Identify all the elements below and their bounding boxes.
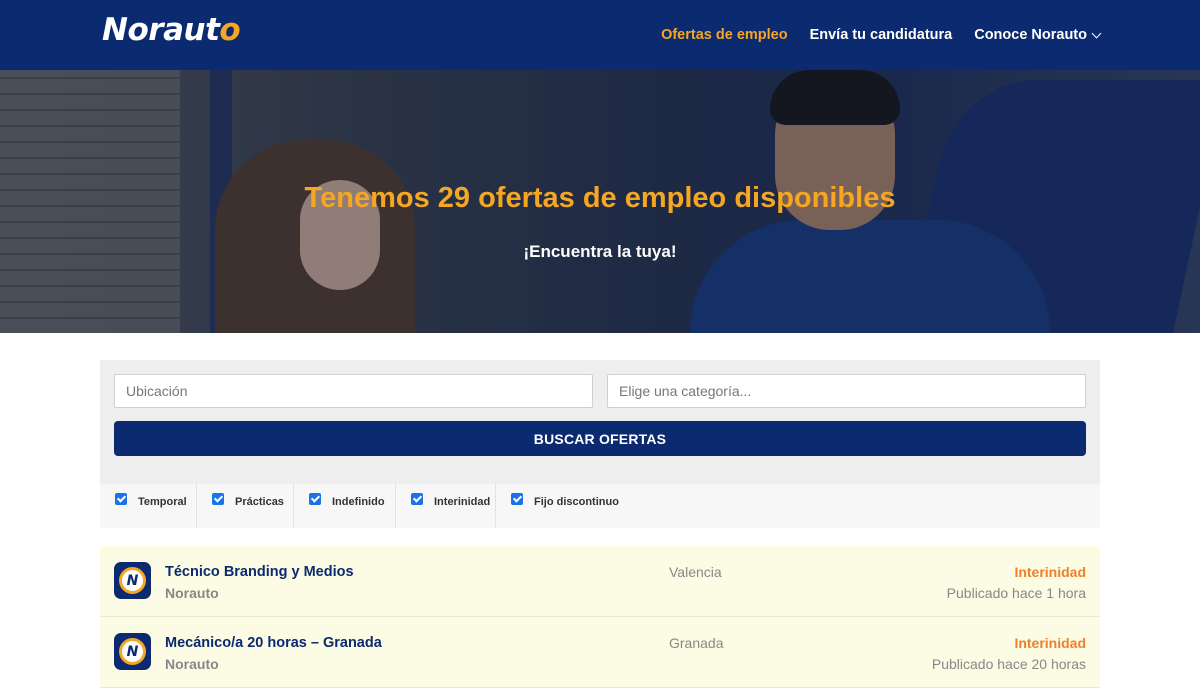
hero-title: Tenemos 29 ofertas de empleo disponibles: [304, 182, 896, 214]
filter-label: Prácticas: [235, 496, 284, 508]
job-location: Granada: [669, 635, 724, 651]
filter-label: Temporal: [138, 496, 187, 508]
filter-interinidad[interactable]: Interinidad: [396, 484, 496, 528]
norauto-badge-ring: N: [119, 567, 146, 594]
filter-temporal[interactable]: Temporal: [100, 484, 197, 528]
job-posted-date: Publicado hace 1 hora: [946, 585, 1086, 601]
norauto-badge-ring: N: [119, 638, 146, 665]
checkbox-fijo-discontinuo[interactable]: [511, 493, 523, 505]
nav-ofertas-de-empleo[interactable]: Ofertas de empleo: [661, 27, 788, 43]
job-company: Norauto: [165, 656, 219, 672]
filter-practicas[interactable]: Prácticas: [197, 484, 294, 528]
job-contract-type: Interinidad: [1014, 635, 1086, 651]
job-list: N Técnico Branding y Medios Norauto Vale…: [100, 546, 1100, 688]
location-input-placeholder: Ubicación: [126, 383, 188, 399]
location-input[interactable]: Ubicación: [114, 374, 593, 408]
category-select[interactable]: Elige una categoría...: [607, 374, 1086, 408]
main-nav: Ofertas de empleo Envía tu candidatura C…: [661, 0, 1102, 70]
job-title[interactable]: Técnico Branding y Medios: [165, 564, 354, 580]
checkbox-indefinido[interactable]: [309, 493, 321, 505]
job-location: Valencia: [669, 564, 722, 580]
norauto-badge-icon: N: [114, 633, 151, 670]
filter-label: Interinidad: [434, 496, 491, 508]
nav-conoce-norauto-label: Conoce Norauto: [974, 27, 1087, 43]
job-company: Norauto: [165, 585, 219, 601]
filter-label: Fijo discontinuo: [534, 496, 619, 508]
filter-indefinido[interactable]: Indefinido: [294, 484, 396, 528]
search-panel: Ubicación Elige una categoría... BUSCAR …: [100, 360, 1100, 484]
norauto-logo[interactable]: Norauto: [102, 12, 241, 48]
filter-fijo-discontinuo[interactable]: Fijo discontinuo: [496, 484, 626, 528]
norauto-badge-icon: N: [114, 562, 151, 599]
filter-label: Indefinido: [332, 496, 385, 508]
hero-subtitle: ¡Encuentra la tuya!: [523, 242, 677, 261]
job-contract-type: Interinidad: [1014, 564, 1086, 580]
job-row[interactable]: N Mecánico/a 20 horas – Granada Norauto …: [100, 617, 1100, 688]
job-row[interactable]: N Técnico Branding y Medios Norauto Vale…: [100, 546, 1100, 617]
checkbox-interinidad[interactable]: [411, 493, 423, 505]
logo-text: Norauto: [102, 12, 241, 48]
site-header: Norauto Ofertas de empleo Envía tu candi…: [0, 0, 1200, 70]
search-offers-button[interactable]: BUSCAR OFERTAS: [114, 421, 1086, 456]
nav-conoce-norauto[interactable]: Conoce Norauto: [974, 27, 1102, 43]
category-select-placeholder: Elige una categoría...: [619, 383, 752, 399]
job-posted-date: Publicado hace 20 horas: [931, 656, 1086, 672]
checkbox-practicas[interactable]: [212, 493, 224, 505]
hero-banner: Tenemos 29 ofertas de empleo disponibles…: [0, 70, 1200, 333]
contract-type-filters: Temporal Prácticas Indefinido Interinida…: [100, 484, 1100, 528]
chevron-down-icon: [1091, 28, 1102, 38]
nav-envia-tu-candidatura[interactable]: Envía tu candidatura: [810, 27, 953, 43]
checkbox-temporal[interactable]: [115, 493, 127, 505]
job-title[interactable]: Mecánico/a 20 horas – Granada: [165, 635, 382, 651]
